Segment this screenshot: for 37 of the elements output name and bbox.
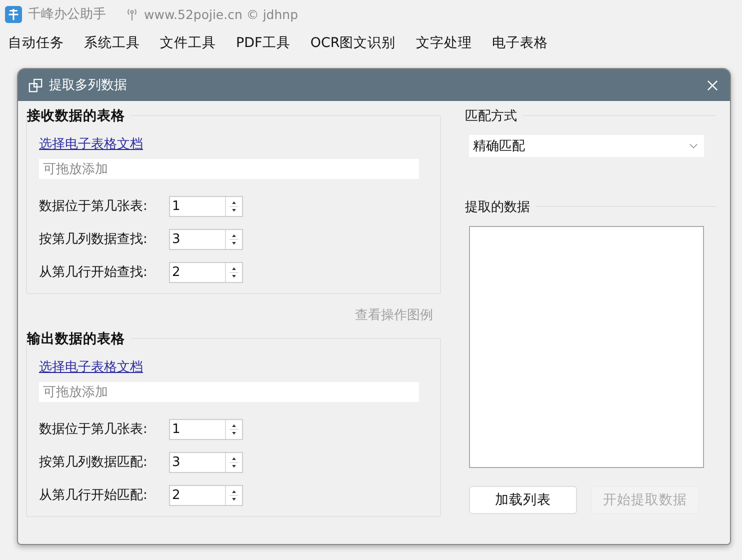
menu-item[interactable]: 文件工具 xyxy=(160,34,216,52)
drop-field[interactable]: 可拖放添加 xyxy=(39,382,419,402)
number-spinner[interactable]: 2 xyxy=(169,262,243,282)
spinner-label: 按第几列数据匹配: xyxy=(39,454,148,471)
spinner-label: 按第几列数据查找: xyxy=(39,231,148,248)
group-title: 提取的数据 xyxy=(465,198,536,216)
spinner-label: 数据位于第几张表: xyxy=(39,198,148,215)
group-title: 接收数据的表格 xyxy=(27,107,131,125)
spinner-label: 数据位于第几张表: xyxy=(39,421,148,438)
credit-text: www.52pojie.cn © jdhnp xyxy=(144,6,298,22)
antenna-icon xyxy=(126,6,138,22)
menu-item[interactable]: 文字处理 xyxy=(416,34,472,52)
window-icon xyxy=(28,78,43,92)
match-mode-dropdown[interactable]: 精确匹配 xyxy=(469,135,704,157)
number-spinner[interactable]: 1 xyxy=(169,418,243,440)
menu-item[interactable]: 电子表格 xyxy=(492,34,548,52)
drop-field[interactable]: 可拖放添加 xyxy=(39,159,419,179)
chevron-down-icon[interactable] xyxy=(689,143,698,149)
dialog-title: 提取多列数据 xyxy=(49,77,128,94)
number-spinner[interactable]: 3 xyxy=(169,228,243,250)
action-button[interactable]: 加载列表 xyxy=(469,486,577,514)
menu-item[interactable]: 系统工具 xyxy=(84,34,140,52)
group-title: 匹配方式 xyxy=(465,107,523,125)
number-spinner[interactable]: 1 xyxy=(169,196,243,216)
select-file-link[interactable]: 选择电子表格文档 xyxy=(39,358,143,376)
number-spinner[interactable]: 2 xyxy=(169,484,243,506)
spinner-label: 从第几行开始查找: xyxy=(39,264,148,281)
menu-item[interactable]: PDF工具 xyxy=(236,34,290,52)
close-icon[interactable] xyxy=(707,80,718,90)
select-file-link[interactable]: 选择电子表格文档 xyxy=(39,135,143,153)
menu-item[interactable]: OCR图文识别 xyxy=(310,34,396,52)
app-logo-icon xyxy=(5,6,22,22)
menu-item[interactable]: 自动任务 xyxy=(8,34,64,52)
spinner-label: 从第几行开始匹配: xyxy=(39,487,148,504)
group-title: 输出数据的表格 xyxy=(27,330,131,348)
number-spinner[interactable]: 3 xyxy=(169,452,243,472)
app-title: 千峰办公助手 xyxy=(28,6,106,23)
